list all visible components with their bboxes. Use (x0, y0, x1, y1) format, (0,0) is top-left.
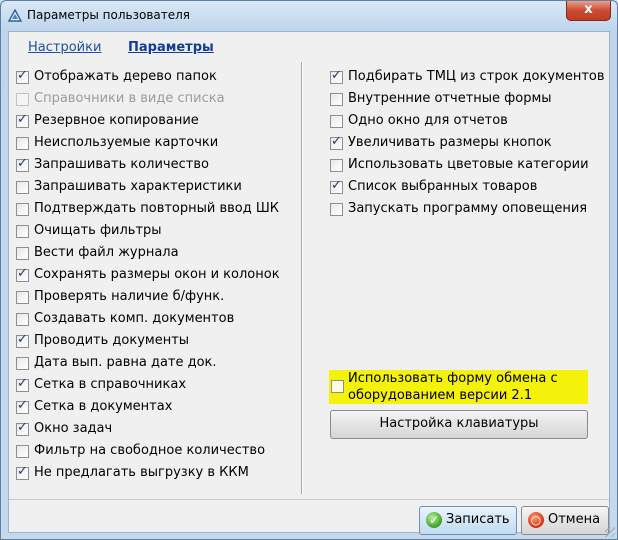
left-label-15: Сетка в документах (34, 399, 173, 414)
left-checkbox-3[interactable] (16, 137, 29, 150)
left-label-1: Справочники в виде списка (34, 91, 225, 106)
left-label-12: Проводить документы (34, 333, 190, 348)
left-label-13: Дата вып. равна дате док. (34, 355, 217, 370)
tab-settings[interactable]: Настройки (28, 40, 101, 55)
exchange-form-checkbox[interactable] (331, 380, 344, 393)
footer-separator (9, 499, 609, 500)
left-label-17: Фильтр на свободное количество (34, 443, 266, 458)
left-label-18: Не предлагать выгрузку в ККМ (34, 465, 249, 480)
left-checkbox-13[interactable] (16, 357, 29, 370)
cancel-button[interactable]: ○ Отмена (521, 506, 609, 535)
left-label-0: Отображать дерево папок (34, 69, 217, 84)
left-checkbox-10[interactable] (16, 291, 29, 304)
left-checkbox-6[interactable] (16, 203, 29, 216)
save-button[interactable]: ✓ Записать (419, 506, 517, 535)
left-label-11: Создавать комп. документов (34, 311, 235, 326)
left-checkbox-5[interactable] (16, 181, 29, 194)
right-checkbox-1[interactable] (330, 93, 343, 106)
right-label-2: Одно окно для отчетов (348, 113, 508, 128)
right-checkbox-3[interactable] (330, 134, 343, 150)
right-checkbox-6[interactable] (330, 203, 343, 216)
resize-grip[interactable] (605, 527, 615, 537)
left-label-7: Очищать фильтры (34, 223, 162, 238)
left-label-2: Резервное копирование (34, 113, 199, 128)
left-checkbox-1 (16, 93, 29, 106)
right-label-0: Подбирать ТМЦ из строк документов (348, 69, 605, 84)
left-checkbox-12[interactable] (16, 332, 29, 348)
title-bar[interactable]: Параметры пользователя x (1, 1, 617, 31)
keyboard-settings-button[interactable]: Настройка клавиатуры (330, 410, 588, 439)
right-label-5: Список выбранных товаров (348, 179, 538, 194)
exchange-form-label: Использовать форму обмена с оборудование… (348, 371, 558, 403)
left-checkbox-16[interactable] (16, 420, 29, 436)
left-checkbox-17[interactable] (16, 445, 29, 458)
left-label-9: Сохранять размеры окон и колонок (34, 267, 280, 282)
left-checkbox-8[interactable] (16, 247, 29, 260)
left-checkbox-15[interactable] (16, 398, 29, 414)
left-label-16: Окно задач (34, 421, 113, 436)
left-checkbox-9[interactable] (16, 266, 29, 282)
left-checkbox-18[interactable] (16, 464, 29, 480)
right-label-3: Увеличивать размеры кнопок (348, 135, 552, 150)
window-title: Параметры пользователя (27, 8, 191, 22)
left-checkbox-2[interactable] (16, 112, 29, 128)
left-label-3: Неиспользуемые карточки (34, 135, 219, 150)
left-checkbox-14[interactable] (16, 376, 29, 392)
cancel-button-label: Отмена (548, 512, 601, 527)
left-checkbox-11[interactable] (16, 313, 29, 326)
left-checkbox-0[interactable] (16, 68, 29, 84)
close-button[interactable]: x (566, 1, 611, 21)
left-label-8: Вести файл журнала (34, 245, 179, 260)
app-icon (8, 9, 22, 22)
left-label-5: Запрашивать характеристики (34, 179, 242, 194)
right-checkbox-4[interactable] (330, 159, 343, 172)
exchange-form-option[interactable]: Использовать форму обмена с оборудование… (329, 370, 588, 404)
dialog-content: Настройки Параметры Отображать дерево па… (8, 31, 610, 535)
left-label-10: Проверять наличие б/функ. (34, 289, 225, 304)
left-label-6: Подтверждать повторный ввод ШК (34, 201, 280, 216)
left-label-14: Сетка в справочниках (34, 377, 187, 392)
left-label-4: Запрашивать количество (34, 157, 209, 172)
right-label-4: Использовать цветовые категории (348, 157, 589, 172)
right-checkbox-5[interactable] (330, 178, 343, 194)
left-checkbox-7[interactable] (16, 225, 29, 238)
dialog-window: Параметры пользователя x Настройки Парам… (0, 0, 618, 540)
tab-parameters[interactable]: Параметры (128, 40, 214, 55)
cancel-circle-icon: ○ (528, 512, 544, 528)
left-checkbox-4[interactable] (16, 156, 29, 172)
column-divider (301, 62, 303, 494)
right-label-1: Внутренние отчетные формы (348, 91, 552, 106)
right-checkbox-0[interactable] (330, 68, 343, 84)
check-circle-icon: ✓ (426, 512, 442, 528)
right-label-6: Запускать программу оповещения (348, 201, 588, 216)
right-checkbox-2[interactable] (330, 115, 343, 128)
save-button-label: Записать (446, 512, 510, 527)
